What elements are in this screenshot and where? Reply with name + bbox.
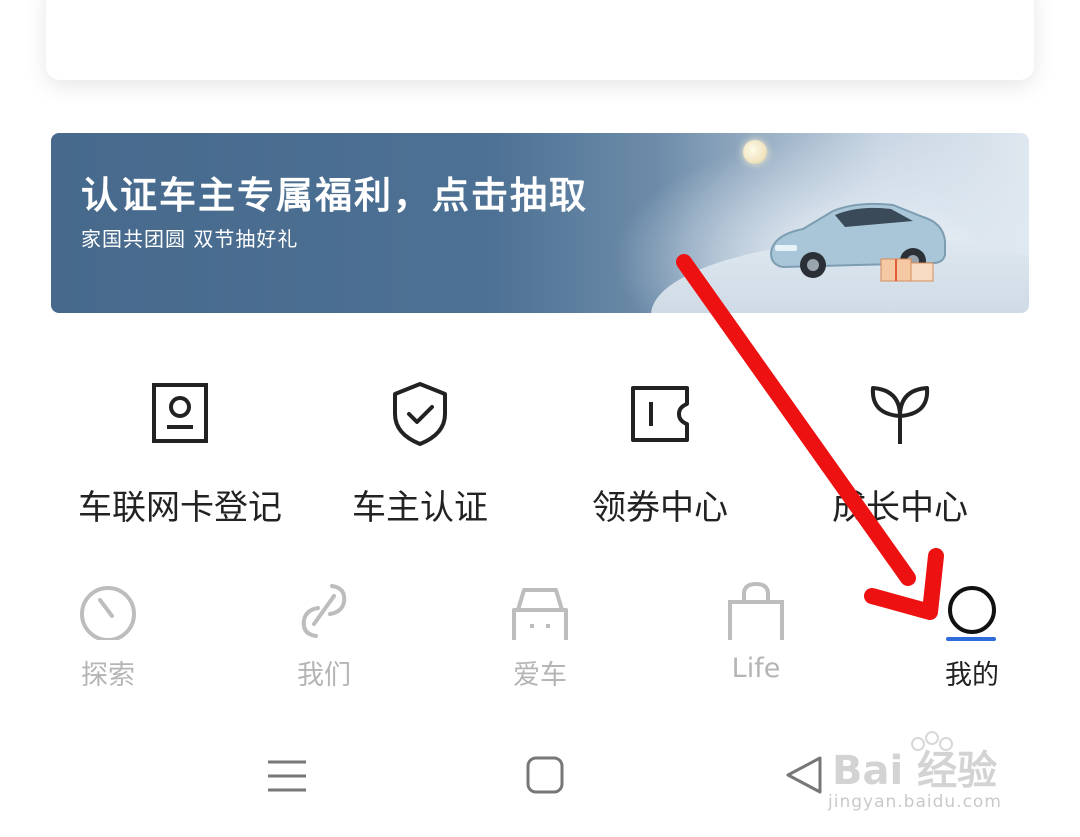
bottom-tab-bar: 探索 我们 爱车 Life 我的	[0, 575, 1080, 695]
tab-label: 我的	[945, 660, 999, 691]
top-card	[46, 0, 1034, 80]
qa-label: 领券中心	[592, 488, 728, 528]
tab-label: 我们	[297, 660, 351, 691]
watermark-brand: Bai 经验	[832, 748, 998, 794]
shield-check-icon	[393, 382, 447, 446]
car-icon	[512, 588, 568, 640]
car-illustration	[769, 202, 946, 282]
compass-icon	[80, 586, 136, 640]
tab-mine[interactable]: 我的	[864, 575, 1080, 695]
tab-label: Life	[731, 653, 781, 684]
shopping-bag-icon	[728, 581, 784, 640]
promo-banner[interactable]: 认证车主专属福利，点击抽取 家国共团圆 双节抽好礼	[51, 133, 1029, 313]
tab-my-car[interactable]: 爱车	[432, 575, 648, 695]
quick-actions: 车联网卡登记 车主认证 领券中心 成长中心	[0, 370, 1080, 530]
link-icon	[301, 584, 347, 638]
owner-verification-button[interactable]: 车主认证	[300, 370, 540, 530]
qa-label: 车主认证	[352, 488, 488, 528]
tab-us[interactable]: 我们	[216, 575, 432, 695]
coupon-center-button[interactable]: 领券中心	[540, 370, 780, 530]
watermark-url: jingyan.baidu.com	[828, 792, 1002, 812]
profile-circle-icon	[948, 586, 996, 634]
qa-label: 车联网卡登记	[78, 488, 282, 528]
sprout-icon	[870, 386, 930, 444]
growth-center-button[interactable]: 成长中心	[780, 370, 1020, 530]
coupon-icon	[631, 386, 689, 442]
menu-icon[interactable]	[262, 750, 312, 800]
id-card-icon	[152, 383, 208, 443]
sim-card-registration-button[interactable]: 车联网卡登记	[60, 370, 300, 530]
active-tab-indicator	[946, 637, 996, 641]
tab-label: 探索	[81, 660, 135, 691]
banner-subtitle: 家国共团圆 双节抽好礼	[81, 227, 299, 251]
tab-life[interactable]: Life	[648, 575, 864, 695]
moon-illustration	[743, 140, 767, 164]
tab-label: 爱车	[513, 660, 567, 691]
tab-explore[interactable]: 探索	[0, 575, 216, 695]
home-square-icon[interactable]	[520, 750, 570, 800]
qa-label: 成长中心	[832, 488, 968, 528]
banner-title: 认证车主专属福利，点击抽取	[81, 174, 588, 217]
